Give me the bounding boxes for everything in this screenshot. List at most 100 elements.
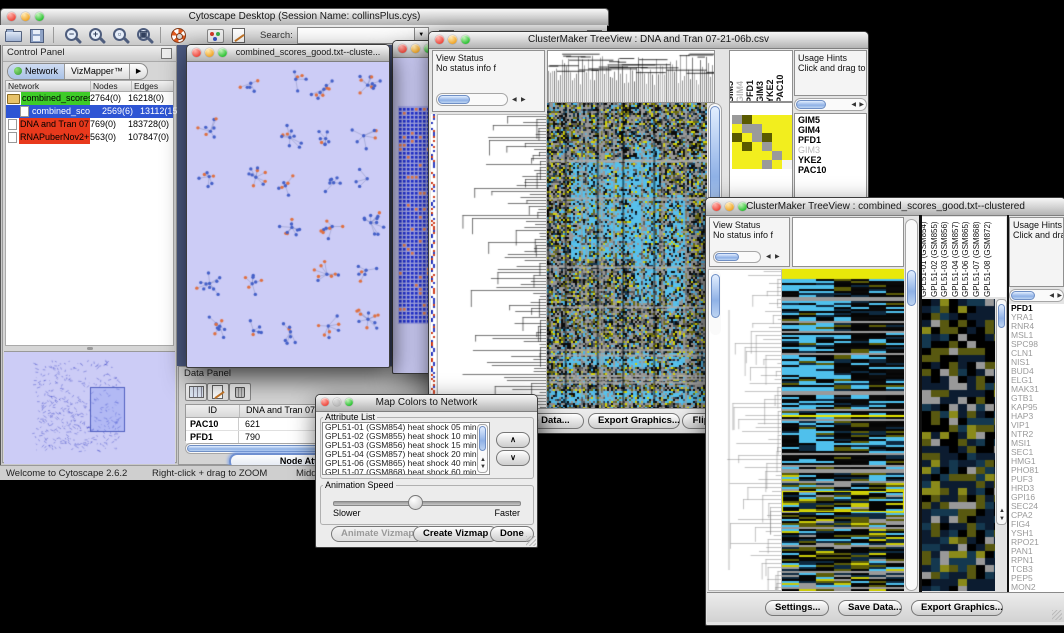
birdseye-view[interactable] xyxy=(4,351,175,464)
tv1-matrix-cell[interactable] xyxy=(752,133,762,142)
tv1-matrix-cell[interactable] xyxy=(752,124,762,133)
tv1-matrix-cell[interactable] xyxy=(732,160,742,169)
tv2-zoom-vscrollbar[interactable]: ▲ ▼ xyxy=(996,299,1007,525)
tv1-matrix-cell[interactable] xyxy=(752,142,762,151)
tv1-row-dendrogram[interactable] xyxy=(437,114,547,409)
minimize-icon[interactable] xyxy=(205,48,214,57)
main-titlebar[interactable]: Cytoscape Desktop (Session Name: collins… xyxy=(0,8,609,26)
network-list-row[interactable]: RNAPuberNov2+563(0)107847(0) xyxy=(6,131,173,144)
tv1-matrix-cell[interactable] xyxy=(752,115,762,124)
tv2-global-vscrollbar[interactable] xyxy=(905,219,918,591)
treeview2-window[interactable]: ClusterMaker TreeView : combined_scores_… xyxy=(705,197,1064,626)
network1-titlebar[interactable]: combined_scores_good.txt--cluste... xyxy=(187,45,389,62)
tv1-matrix-cell[interactable] xyxy=(732,151,742,160)
tv1-matrix-cell[interactable] xyxy=(762,115,772,124)
tv2-genes-hscrollbar[interactable]: ◀ ▶ xyxy=(1009,289,1064,302)
tv1-matrix-cell[interactable] xyxy=(772,133,782,142)
panel-resize-grip[interactable] xyxy=(87,347,93,350)
help-button[interactable] xyxy=(170,27,190,44)
vizmapper-button[interactable] xyxy=(206,27,226,44)
attribute-listbox[interactable]: GPL51-01 (GSM854) heat shock 05 minGPL51… xyxy=(322,422,490,475)
tv1-matrix-cell[interactable] xyxy=(742,115,752,124)
attribute-list-item[interactable]: GPL51-07 (GSM868) heat shock 60 min xyxy=(323,468,489,475)
tv1-matrix-cell[interactable] xyxy=(732,115,742,124)
open-file-button[interactable] xyxy=(4,27,24,44)
tv1-matrix-cell[interactable] xyxy=(772,115,782,124)
dialog-resize-grip[interactable] xyxy=(526,536,536,546)
scroll-down-icon[interactable]: ▼ xyxy=(999,516,1005,523)
tv2-button-settings---[interactable]: Settings... xyxy=(765,600,829,616)
table-mode-button[interactable] xyxy=(185,383,207,401)
tv1-matrix-cell[interactable] xyxy=(762,133,772,142)
scroll-down-icon[interactable]: ▼ xyxy=(480,464,486,471)
float-panel-icon[interactable] xyxy=(161,48,172,59)
tv1-matrix-cell[interactable] xyxy=(732,133,742,142)
tv1-matrix-cell[interactable] xyxy=(772,124,782,133)
network1-canvas[interactable] xyxy=(188,62,386,366)
zoom-window-icon[interactable] xyxy=(218,48,227,57)
move-up-button[interactable]: ∧ xyxy=(496,432,530,448)
tv1-matrix-cell[interactable] xyxy=(762,160,772,169)
tv2-zoom-heatmap[interactable] xyxy=(922,299,995,591)
scroll-right-icon[interactable]: ▶ xyxy=(521,97,526,104)
map-colors-dialog[interactable]: Map Colors to Network Attribute List GPL… xyxy=(315,394,538,548)
scroll-left-icon[interactable]: ◀ xyxy=(1049,293,1054,300)
zoom-out-button[interactable]: − xyxy=(63,27,83,44)
gene-label[interactable]: MON2 xyxy=(1011,583,1039,592)
zoom-in-button[interactable]: + xyxy=(87,27,107,44)
tv1-matrix-cell[interactable] xyxy=(742,151,752,160)
tv1-matrix-cell[interactable] xyxy=(752,151,762,160)
tab-overflow[interactable]: ▶ xyxy=(130,64,147,79)
tv2-tree-vscrollbar[interactable] xyxy=(710,271,721,335)
network-view-window-1[interactable]: combined_scores_good.txt--cluste... xyxy=(186,44,390,368)
network-list-row[interactable]: combined_sco2569(6)13112(15) xyxy=(6,105,173,118)
speed-slider-thumb[interactable] xyxy=(408,495,423,510)
tv1-matrix-cell[interactable] xyxy=(772,160,782,169)
tv2-button-export-graphics---[interactable]: Export Graphics... xyxy=(911,600,1003,616)
tv1-matrix-cell[interactable] xyxy=(752,160,762,169)
zoom-selected-button[interactable]: ▫ xyxy=(111,27,131,44)
tv1-matrix-cell[interactable] xyxy=(742,133,752,142)
animate-vizmap-button[interactable]: Animate Vizmap xyxy=(331,526,424,542)
scroll-left-icon[interactable]: ◀ xyxy=(851,102,856,109)
delete-attribute-button[interactable] xyxy=(229,383,251,401)
scroll-up-icon[interactable]: ▲ xyxy=(480,457,486,464)
save-session-button[interactable] xyxy=(28,27,48,44)
attribute-list-vscrollbar[interactable]: ▲ ▼ xyxy=(477,424,488,473)
treeview2-titlebar[interactable]: ClusterMaker TreeView : combined_scores_… xyxy=(706,198,1064,216)
tv1-status-hscrollbar[interactable] xyxy=(436,93,508,106)
tv1-matrix-cell[interactable] xyxy=(782,115,792,124)
annotation-button[interactable] xyxy=(230,27,250,44)
network-list-row[interactable]: DNA and Tran 07769(0)183728(0) xyxy=(6,118,173,131)
tv2-status-hscrollbar[interactable] xyxy=(713,251,761,263)
close-icon[interactable] xyxy=(192,48,201,57)
tv1-matrix-cell[interactable] xyxy=(782,151,792,160)
scroll-left-icon[interactable]: ◀ xyxy=(512,97,517,104)
tv1-matrix-cell[interactable] xyxy=(762,142,772,151)
scroll-right-icon[interactable]: ▶ xyxy=(775,254,780,261)
new-attribute-button[interactable] xyxy=(207,383,229,401)
tv1-matrix-cell[interactable] xyxy=(732,142,742,151)
tv1-matrix-cell[interactable] xyxy=(782,124,792,133)
network-list-row[interactable]: combined_scores_2764(0)16218(0) xyxy=(6,92,173,105)
tv1-column-dendrogram[interactable] xyxy=(547,50,715,103)
treeview1-titlebar[interactable]: ClusterMaker TreeView : DNA and Tran 07-… xyxy=(429,32,868,49)
window-resize-grip[interactable] xyxy=(1052,610,1062,620)
scroll-up-icon[interactable]: ▲ xyxy=(999,508,1005,515)
tv1-matrix-cell[interactable] xyxy=(782,160,792,169)
network-table-header[interactable]: Network Nodes Edges xyxy=(5,80,174,92)
scroll-left-icon[interactable]: ◀ xyxy=(766,254,771,261)
tab-network[interactable]: Network xyxy=(8,64,65,79)
tv1-matrix-cell[interactable] xyxy=(732,124,742,133)
tv1-matrix-cell[interactable] xyxy=(742,124,752,133)
dialog-titlebar[interactable]: Map Colors to Network xyxy=(316,395,537,412)
tv1-matrix-cell[interactable] xyxy=(742,142,752,151)
tv2-global-heatmap[interactable] xyxy=(782,269,904,591)
tab-vizmapper[interactable]: VizMapper™ xyxy=(65,64,130,79)
tv2-gene-list[interactable]: PFD1YRA1RNR4MSL1SPC98CLN1NIS1BUD4ELG1MAK… xyxy=(1009,304,1064,592)
zoom-fit-button[interactable]: ▣ xyxy=(135,27,155,44)
close-icon[interactable] xyxy=(398,44,407,53)
tv1-matrix-cell[interactable] xyxy=(782,133,792,142)
move-down-button[interactable]: ∨ xyxy=(496,450,530,466)
tv1-matrix-cell[interactable] xyxy=(762,124,772,133)
